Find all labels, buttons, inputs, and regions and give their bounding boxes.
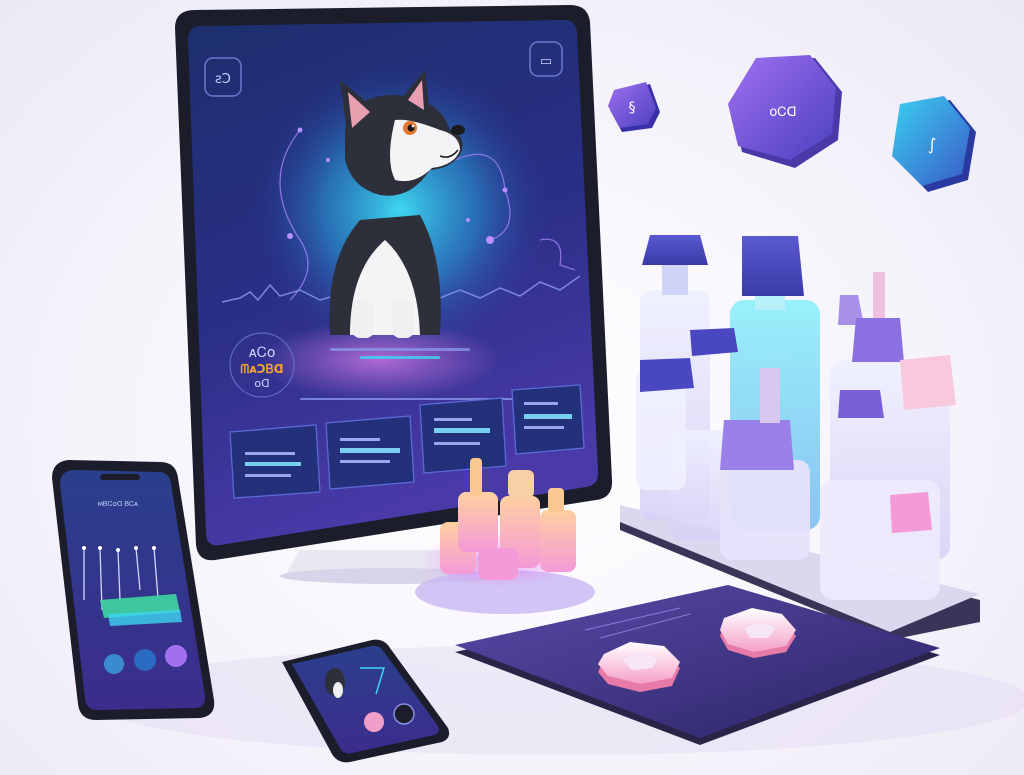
bottle-cap	[640, 358, 694, 392]
bottle-cap	[690, 328, 738, 356]
phone-large-header: ᴍᏴᏟᴏᗡ ᏴᏟᴀ	[98, 500, 138, 508]
phone-button-2[interactable]	[134, 649, 156, 671]
squiggle-icon: ∫	[928, 135, 936, 154]
floating-tile-right[interactable]: ∫	[892, 96, 976, 192]
floating-tile-center[interactable]: ᴏᏟᗡ	[728, 55, 842, 168]
bottle-cap-pink	[900, 355, 956, 410]
info-card-4[interactable]	[511, 384, 585, 455]
phone-large: ᴍᏴᏟᴏᗡ ᏴᏟᴀ	[52, 460, 215, 720]
phone-button-3[interactable]	[165, 645, 187, 667]
phone-notch	[100, 474, 140, 480]
info-card-1[interactable]	[229, 424, 321, 499]
badge-left-label: ƨƆ	[215, 72, 231, 87]
product-scene: ƨƆ ▭ ᴀᏟᴏ ᗰᴀƆᏴᗡ ᴏᗡ § ᴏᏟᗡ ∫ ᴍᏴᏟᴏᗡ ᏴᏟᴀ	[52, 5, 1024, 763]
bottle-cluster	[620, 235, 980, 640]
bottle-cap	[642, 235, 708, 265]
score-main: ᗰᴀƆᏴᗡ	[240, 362, 283, 376]
swirl-icon: §	[629, 100, 636, 116]
bottle-cap	[838, 390, 884, 418]
bottle-cap	[720, 420, 794, 470]
phone-small-button-2[interactable]	[393, 703, 415, 725]
bottle-cap-pink	[890, 492, 932, 533]
bottle-cap	[742, 236, 804, 296]
monitor: ƨƆ ▭ ᴀᏟᴏ ᗰᴀƆᏴᗡ ᴏᗡ	[175, 5, 613, 584]
floating-tile-left[interactable]: §	[608, 82, 660, 132]
badge-right-label: ▭	[540, 54, 552, 69]
score-top: ᴀᏟᴏ	[249, 345, 276, 361]
phone-button-1[interactable]	[104, 654, 124, 674]
floating-tile-center-label: ᴏᏟᗡ	[769, 105, 796, 120]
score-bottom: ᴏᗡ	[254, 377, 269, 390]
info-card-2[interactable]	[325, 415, 415, 490]
phone-small-button-1[interactable]	[364, 712, 384, 732]
floating-tiles: § ᴏᏟᗡ ∫	[608, 55, 976, 192]
info-card-3[interactable]	[419, 397, 507, 474]
